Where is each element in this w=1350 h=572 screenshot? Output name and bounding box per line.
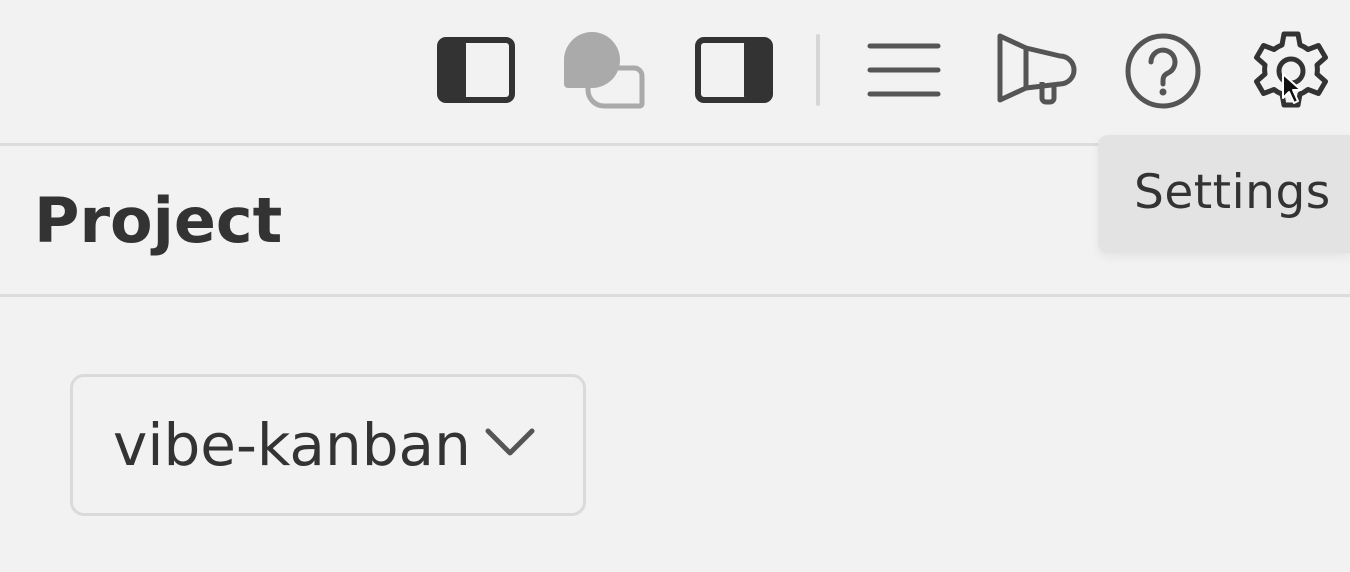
project-select[interactable]: vibe-kanban (70, 374, 586, 516)
top-toolbar (0, 0, 1350, 146)
right-panel-toggle-icon[interactable] (694, 36, 774, 108)
megaphone-icon[interactable] (996, 32, 1078, 110)
tooltip-label: Settings (1134, 165, 1331, 220)
settings-tooltip: Settings (1098, 135, 1350, 253)
chat-icon[interactable] (562, 30, 648, 114)
toolbar-divider (816, 34, 820, 106)
help-icon[interactable] (1124, 32, 1202, 114)
project-select-value: vibe-kanban (113, 411, 471, 479)
mouse-cursor-icon (1281, 72, 1307, 110)
menu-icon[interactable] (866, 40, 942, 104)
chevron-down-icon (483, 425, 537, 463)
page-title: Project (34, 184, 283, 257)
left-panel-toggle-icon[interactable] (436, 36, 516, 108)
